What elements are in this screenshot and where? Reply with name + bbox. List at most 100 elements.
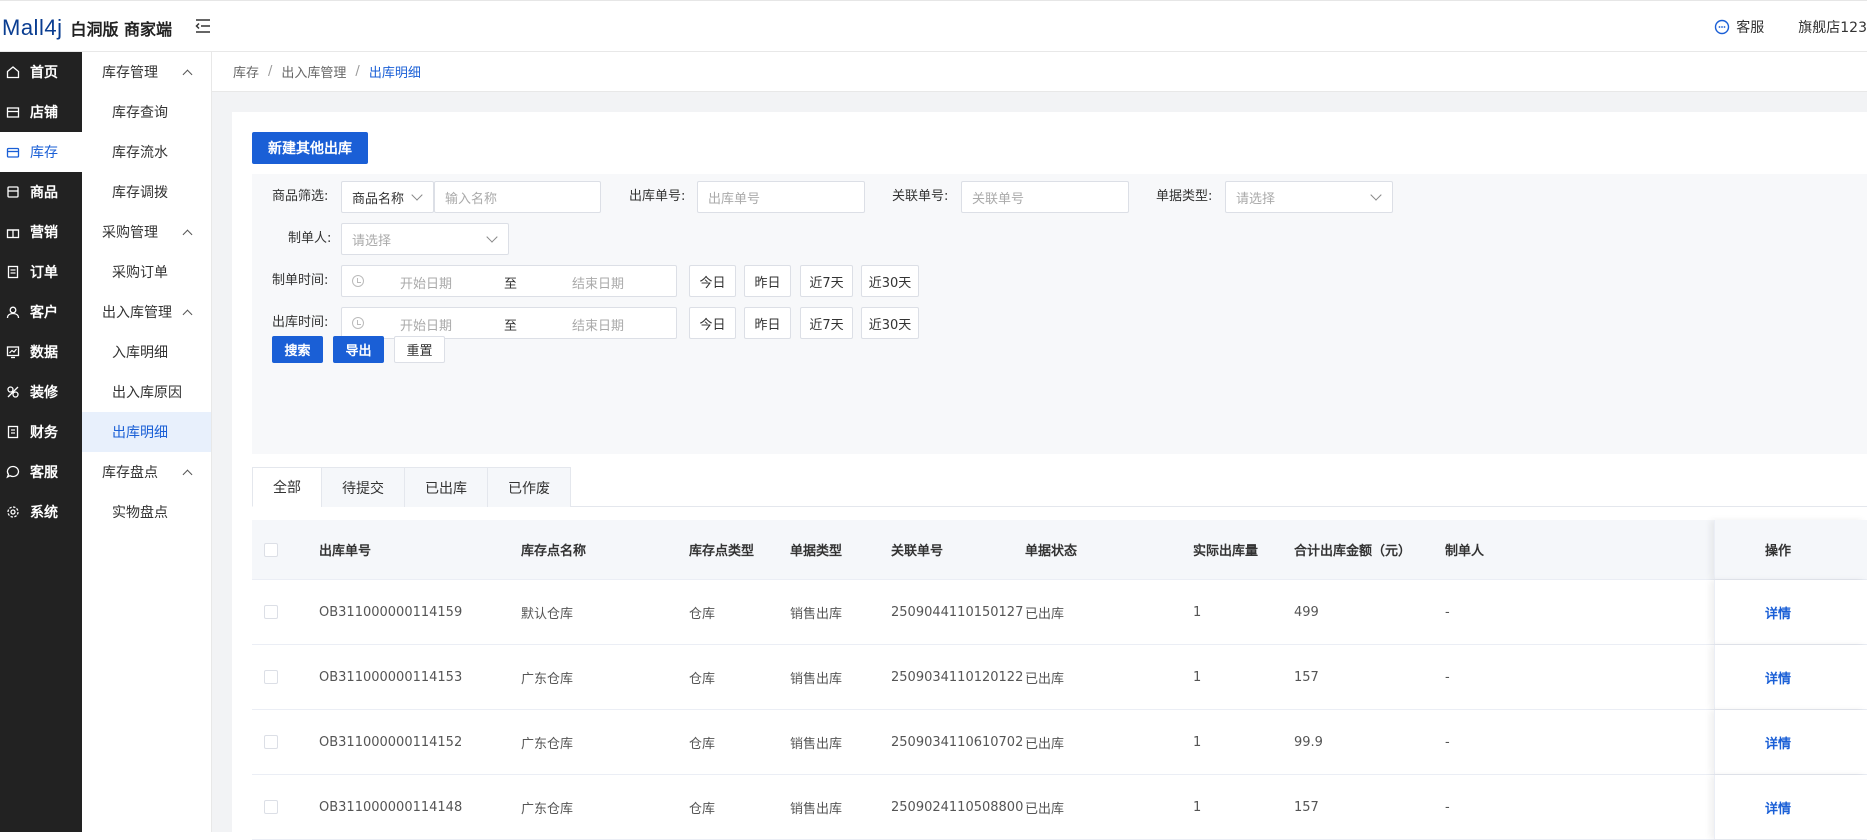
create-last30-button[interactable]: 近30天 — [861, 265, 919, 297]
sidebar-item-marketing[interactable]: 营销 — [0, 212, 82, 252]
subnav-item-inventory-transfer[interactable]: 库存调拨 — [82, 172, 211, 212]
detail-link[interactable]: 详情 — [1765, 645, 1791, 709]
subnav-item-inbound-detail[interactable]: 入库明细 — [82, 332, 211, 372]
op-col-header: 操作 — [1714, 520, 1867, 579]
logo[interactable]: Mall4j 白洞版 商家端 — [2, 15, 172, 41]
out-no-input[interactable]: 出库单号 — [697, 181, 865, 213]
menu-collapse-icon[interactable] — [194, 17, 212, 35]
tab-outbound[interactable]: 已出库 — [404, 467, 488, 507]
subnav-item-inventory-flow[interactable]: 库存流水 — [82, 132, 211, 172]
create-today-button[interactable]: 今日 — [689, 265, 736, 297]
cell-maker: - — [1445, 604, 1450, 620]
out-yesterday-button[interactable]: 昨日 — [744, 307, 791, 339]
related-no-input[interactable]: 关联单号 — [961, 181, 1129, 213]
cell-maker: - — [1445, 669, 1450, 685]
col-qty: 实际出库量 — [1193, 544, 1259, 559]
sidebar-item-label: 数据 — [30, 345, 58, 361]
product-filter-type-select[interactable]: 商品名称 — [341, 181, 434, 213]
col-doc-type: 单据类型 — [790, 544, 843, 559]
sidebar-item-label: 订单 — [30, 265, 58, 281]
detail-link[interactable]: 详情 — [1765, 710, 1791, 774]
cell-warehouse: 广东仓库 — [521, 801, 574, 817]
out-today-button[interactable]: 今日 — [689, 307, 736, 339]
header-right: 客服 旗舰店123 — [1714, 17, 1867, 37]
maker-placeholder: 请选择 — [352, 233, 392, 249]
op-cell: 详情 — [1714, 775, 1867, 839]
shop-name[interactable]: 旗舰店123 — [1798, 17, 1867, 37]
user-icon — [6, 306, 20, 319]
sidebar-item-inventory[interactable]: 库存 — [0, 132, 82, 172]
sidebar-item-order[interactable]: 订单 — [0, 252, 82, 292]
row-checkbox[interactable] — [264, 605, 278, 619]
sidebar-item-label: 首页 — [30, 65, 58, 81]
detail-link[interactable]: 详情 — [1765, 775, 1791, 839]
subnav-group-inventory[interactable]: 库存管理 — [82, 52, 211, 92]
out-last7-button[interactable]: 近7天 — [800, 307, 853, 339]
sidebar-item-product[interactable]: 商品 — [0, 172, 82, 212]
end-date-placeholder: 结束日期 — [572, 277, 625, 292]
finance-icon — [7, 425, 19, 439]
customer-service-link[interactable]: 客服 — [1714, 17, 1764, 37]
search-button[interactable]: 搜索 — [272, 336, 323, 363]
tab-pending[interactable]: 待提交 — [321, 467, 405, 507]
subnav-group-label: 出入库管理 — [102, 305, 172, 321]
out-last30-button[interactable]: 近30天 — [861, 307, 919, 339]
subnav-group-stocktake[interactable]: 库存盘点 — [82, 452, 211, 492]
subnav-item-purchase-order[interactable]: 采购订单 — [82, 252, 211, 292]
sidebar-item-service[interactable]: 客服 — [0, 452, 82, 492]
subnav-group-purchase[interactable]: 采购管理 — [82, 212, 211, 252]
table-row: OB311000000114152 广东仓库 仓库 销售出库 250903411… — [252, 710, 1867, 775]
export-button[interactable]: 导出 — [333, 336, 384, 363]
detail-link[interactable]: 详情 — [1765, 580, 1791, 644]
chart-icon — [6, 346, 20, 359]
order-icon — [7, 265, 19, 279]
sidebar-item-customer[interactable]: 客户 — [0, 292, 82, 332]
maker-select[interactable]: 请选择 — [341, 223, 509, 255]
new-outbound-button[interactable]: 新建其他出库 — [252, 132, 368, 164]
reset-button[interactable]: 重置 — [394, 336, 445, 363]
sidebar-item-finance[interactable]: 财务 — [0, 412, 82, 452]
op-cell: 详情 — [1714, 710, 1867, 774]
cell-warehouse-type: 仓库 — [689, 736, 716, 752]
breadcrumb-item[interactable]: 出入库管理 — [281, 62, 346, 81]
sidebar-item-system[interactable]: 系统 — [0, 492, 82, 532]
maker-label: 制单人: — [288, 231, 332, 246]
tab-voided[interactable]: 已作废 — [487, 467, 571, 507]
sidebar-item-home[interactable]: 首页 — [0, 52, 82, 92]
sidebar-item-store[interactable]: 店铺 — [0, 92, 82, 132]
doc-type-select[interactable]: 请选择 — [1225, 181, 1393, 213]
row-checkbox[interactable] — [264, 670, 278, 684]
subnav-item-physical-count[interactable]: 实物盘点 — [82, 492, 211, 532]
create-yesterday-button[interactable]: 昨日 — [744, 265, 791, 297]
cell-status: 已出库 — [1025, 671, 1065, 687]
select-all-checkbox-cell[interactable] — [264, 520, 278, 579]
tab-all[interactable]: 全部 — [252, 467, 322, 507]
breadcrumb-item[interactable]: 库存 — [233, 62, 259, 81]
logo-mark: Mall4j — [2, 15, 63, 40]
product-filter-label: 商品筛选: — [272, 189, 329, 204]
create-last7-button[interactable]: 近7天 — [800, 265, 853, 297]
subnav-item-outbound-detail[interactable]: 出库明细 — [82, 412, 211, 452]
row-checkbox[interactable] — [264, 735, 278, 749]
subnav-group-label: 采购管理 — [102, 225, 158, 241]
create-time-range-picker[interactable]: 开始日期 至 结束日期 — [341, 265, 677, 297]
col-status: 单据状态 — [1025, 544, 1078, 559]
cell-out-no: OB311000000114152 — [319, 734, 463, 750]
out-time-range-picker[interactable]: 开始日期 至 结束日期 — [341, 307, 677, 339]
subnav-group-inout[interactable]: 出入库管理 — [82, 292, 211, 332]
subnav-group-label: 库存盘点 — [102, 465, 158, 481]
row-checkbox[interactable] — [264, 800, 278, 814]
palette-icon — [7, 386, 19, 398]
cell-qty: 1 — [1193, 604, 1202, 620]
sidebar-item-label: 库存 — [30, 145, 58, 161]
subnav-item-inventory-query[interactable]: 库存查询 — [82, 92, 211, 132]
col-warehouse: 库存点名称 — [521, 544, 587, 559]
select-all-checkbox[interactable] — [264, 542, 278, 557]
product-name-input[interactable]: 输入名称 — [434, 181, 601, 213]
sidebar-item-decoration[interactable]: 装修 — [0, 372, 82, 412]
sidebar-item-data[interactable]: 数据 — [0, 332, 82, 372]
breadcrumb-current: 出库明细 — [368, 66, 421, 81]
cell-warehouse-type: 仓库 — [689, 606, 716, 622]
subnav-item-inout-reason[interactable]: 出入库原因 — [82, 372, 211, 412]
table-row: OB311000000114148 广东仓库 仓库 销售出库 250902411… — [252, 775, 1867, 840]
